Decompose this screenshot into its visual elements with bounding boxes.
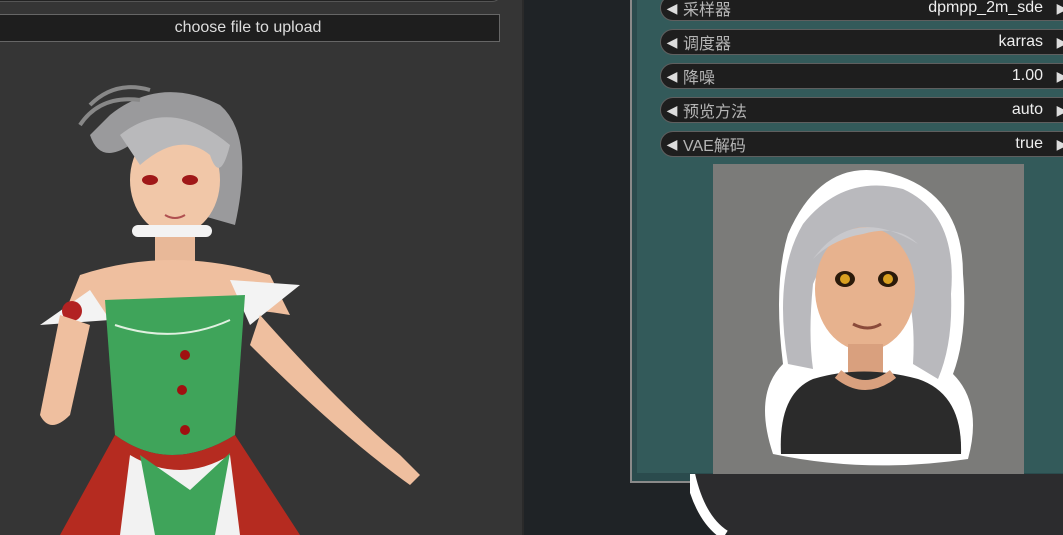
param-preview-method[interactable]: ◀ 预览方法 auto ▶ [660,97,1063,123]
increment-arrow-icon[interactable]: ▶ [1051,102,1063,119]
param-vae-decode[interactable]: ◀ VAE解码 true ▶ [660,131,1063,157]
param-denoise[interactable]: ◀ 降噪 1.00 ▶ [660,63,1063,89]
decrement-arrow-icon[interactable]: ◀ [661,136,683,153]
background-image [690,474,1063,535]
param-label: VAE解码 [683,138,746,155]
input-image-preview [40,85,420,535]
param-value: true [1015,135,1043,152]
chevron-right-icon: ⟩ [456,0,461,1]
increment-arrow-icon[interactable]: ▶ [1051,68,1063,85]
param-value: karras [998,33,1043,50]
param-value: auto [1011,101,1043,118]
decrement-arrow-icon[interactable]: ◀ [661,34,683,51]
param-value: 1.00 [1011,67,1043,84]
increment-arrow-icon[interactable]: ▶ [1051,136,1063,153]
param-value: dpmpp_2m_sde [928,0,1043,16]
decrement-arrow-icon[interactable]: ◀ [661,102,683,119]
param-scheduler[interactable]: ◀ 调度器 karras ▶ [660,29,1063,55]
increment-arrow-icon[interactable]: ▶ [1051,0,1063,17]
output-image-preview [713,164,1024,474]
param-label: 预览方法 [683,104,748,121]
param-label: 降噪 [683,70,716,87]
decrement-arrow-icon[interactable]: ◀ [661,0,683,17]
param-sampler[interactable]: ◀ 采样器 dpmpp_2m_sde ▶ [660,0,1063,21]
increment-arrow-icon[interactable]: ▶ [1051,34,1063,51]
decrement-arrow-icon[interactable]: ◀ [661,68,683,85]
param-label: 调度器 [683,36,732,53]
image-select-widget[interactable]: ⟩ [0,0,502,2]
param-label: 采样器 [683,2,732,19]
upload-button[interactable]: choose file to upload [0,14,500,42]
